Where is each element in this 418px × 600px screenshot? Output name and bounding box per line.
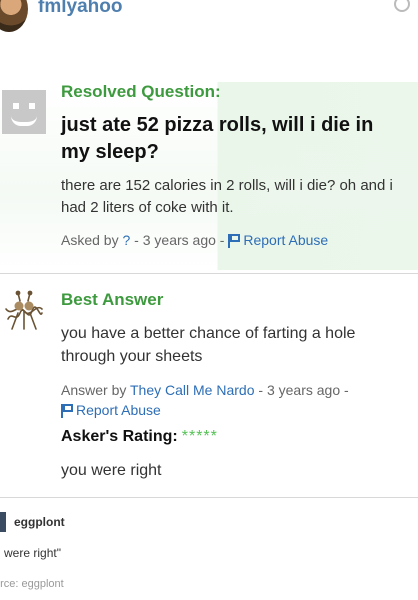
user-avatar[interactable]	[0, 0, 28, 32]
asker-comment: you were right	[61, 462, 162, 479]
meta-separator: -	[130, 232, 143, 248]
rating-stars: *****	[181, 428, 218, 445]
divider	[0, 497, 418, 498]
question-card: Resolved Question: just ate 52 pizza rol…	[0, 82, 418, 270]
post-header: fmlyahoo	[0, 0, 418, 40]
question-time: 3 years ago	[142, 232, 216, 248]
post-username[interactable]: fmlyahoo	[38, 0, 122, 18]
asked-by-label: Asked by	[61, 232, 119, 248]
report-abuse-label: Report Abuse	[243, 232, 329, 248]
divider	[0, 273, 418, 274]
answer-time: 3 years ago	[266, 382, 341, 398]
meta-separator: -	[254, 382, 267, 398]
answer-meta: Answer by They Call Me Nardo - 3 years a…	[61, 380, 406, 420]
meta-separator: -	[340, 382, 349, 398]
answer-report-abuse-link[interactable]: Report Abuse	[61, 402, 161, 418]
spaghetti-monster-avatar-icon	[5, 290, 43, 330]
rating-label: Asker's Rating:	[61, 428, 178, 445]
report-abuse-label: Report Abuse	[76, 402, 161, 418]
meta-separator: -	[215, 232, 229, 248]
default-smiley-avatar-icon	[2, 90, 46, 134]
answerer-link[interactable]: They Call Me Nardo	[130, 382, 255, 398]
clock-icon	[394, 0, 418, 14]
flag-icon	[61, 404, 73, 418]
best-answer-heading: Best Answer	[61, 290, 164, 309]
flag-icon	[228, 234, 241, 248]
report-abuse-link[interactable]: Report Abuse	[228, 232, 328, 248]
answer-by-label: Answer by	[61, 382, 127, 398]
source-link[interactable]: urce: eggplont	[0, 578, 64, 590]
question-meta: Asked by ? - 3 years ago - Report Abuse	[61, 232, 328, 248]
question-body: there are 152 calories in 2 rolls, will …	[61, 177, 393, 216]
answer-body: you have a better chance of farting a ho…	[61, 325, 356, 365]
reblog-quote: u were right"	[0, 546, 61, 560]
reblogger-username[interactable]: eggplont	[14, 515, 65, 529]
question-title: just ate 52 pizza rolls, will i die in m…	[61, 114, 374, 163]
reblogger-avatar[interactable]	[0, 512, 6, 532]
askers-rating: Asker's Rating: *****	[61, 428, 218, 446]
resolved-question-label: Resolved Question:	[61, 82, 221, 101]
